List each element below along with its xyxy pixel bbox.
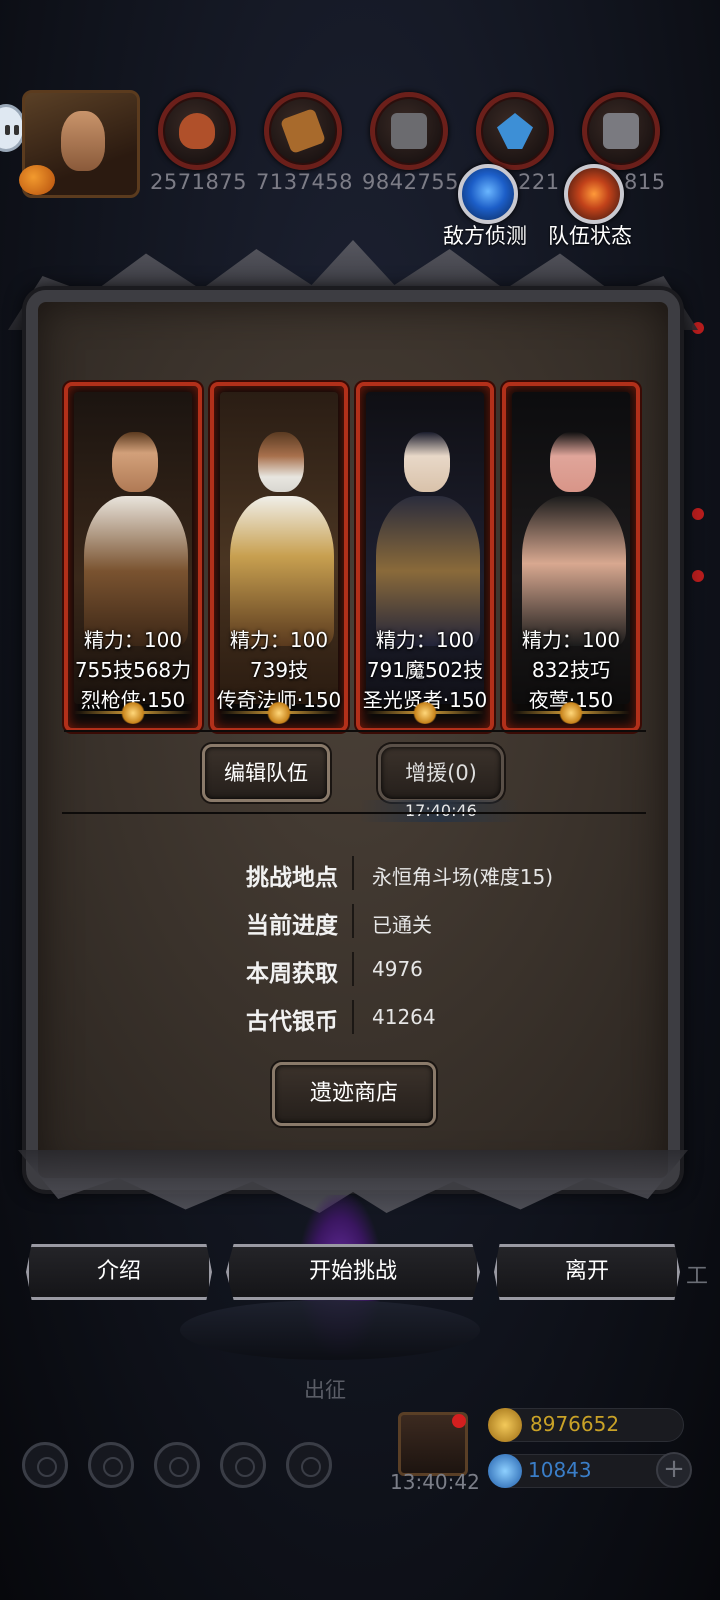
avatar-face [61, 111, 105, 171]
menu-guild-icon[interactable] [154, 1442, 200, 1488]
section-divider [62, 812, 646, 814]
challenge-location-label: 挑战地点 [246, 865, 338, 891]
player-avatar[interactable] [19, 90, 140, 198]
crystal-icon[interactable] [476, 92, 554, 170]
stone-icon[interactable] [370, 92, 448, 170]
stone-amount: 9842755 [362, 170, 460, 194]
team-status-label: 队伍状态 [548, 224, 632, 248]
progress-value: 已通关 [372, 913, 432, 937]
hero-energy: 精力：100 [229, 628, 329, 652]
gold-coin-icon [488, 1408, 522, 1442]
hero-card[interactable]: 精力：100 791魔502技 圣光贤者·150 [356, 382, 494, 732]
hero-power: 791魔502技 [366, 658, 484, 682]
side-notification-dot [692, 570, 704, 582]
menu-settings-icon[interactable] [22, 1442, 68, 1488]
hero-power: 739技 [249, 658, 309, 682]
side-notification-dot [692, 508, 704, 520]
iron-icon[interactable] [582, 92, 660, 170]
gem-icon [488, 1454, 522, 1488]
relic-shop-button[interactable]: 遗迹商店 [272, 1062, 436, 1126]
menu-achievement-icon[interactable] [88, 1442, 134, 1488]
crystal-amount: 221 [518, 170, 560, 194]
ancient-silver-value: 41264 [372, 1005, 436, 1029]
weekly-gain-label: 本周获取 [246, 961, 338, 987]
add-gems-button[interactable]: + [656, 1452, 692, 1488]
iron-amount: 815 [624, 170, 666, 194]
info-separator [352, 904, 354, 938]
start-challenge-button[interactable]: 开始挑战 [226, 1244, 480, 1300]
info-separator [352, 952, 354, 986]
rank-emblem-icon [120, 702, 146, 724]
weekly-gain-value: 4976 [372, 957, 423, 981]
info-separator [352, 856, 354, 890]
progress-label: 当前进度 [246, 913, 338, 939]
rank-emblem-icon [266, 702, 292, 724]
gold-amount: 8976652 [530, 1412, 620, 1436]
wood-amount: 7137458 [256, 170, 354, 194]
hero-power: 755技568力 [74, 658, 192, 682]
enemy-scout-label: 敌方侦测 [443, 224, 527, 248]
gem-amount: 10843 [528, 1458, 592, 1482]
team-status-button[interactable] [564, 164, 624, 224]
meat-icon[interactable] [158, 92, 236, 170]
info-separator [352, 1000, 354, 1034]
ancient-silver-label: 古代银币 [246, 1009, 338, 1035]
expedition-label: 出征 [304, 1378, 346, 1402]
enemy-scout-button[interactable] [458, 164, 518, 224]
gift-timer: 13:40:42 [390, 1470, 480, 1494]
cards-divider [64, 730, 646, 732]
hero-card[interactable]: 精力：100 832技巧 夜莺·150 [502, 382, 640, 732]
wood-icon[interactable] [264, 92, 342, 170]
hero-card[interactable]: 精力：100 739技 传奇法师·150 [210, 382, 348, 732]
gift-notification-dot [452, 1414, 466, 1428]
reinforce-timer: 17:40:46 [405, 801, 477, 820]
hero-power: 832技巧 [531, 658, 611, 682]
pedestal [180, 1300, 480, 1360]
hero-energy: 精力：100 [521, 628, 621, 652]
edit-team-button[interactable]: 编辑队伍 [202, 744, 330, 802]
leave-button[interactable]: 离开 [494, 1244, 680, 1300]
right-edge-text: 工 [686, 1264, 709, 1289]
challenge-location-value: 永恒角斗场(难度15) [372, 865, 554, 889]
intro-button[interactable]: 介绍 [26, 1244, 212, 1300]
reinforce-button[interactable]: 增援(0) [378, 744, 504, 802]
pumpkin-icon [19, 165, 55, 195]
rank-emblem-icon [558, 702, 584, 724]
hero-energy: 精力：100 [83, 628, 183, 652]
rank-emblem-icon [412, 702, 438, 724]
hero-energy: 精力：100 [375, 628, 475, 652]
menu-mail-icon[interactable] [220, 1442, 266, 1488]
hero-card[interactable]: 精力：100 755技568力 烈枪侠·150 [64, 382, 202, 732]
meat-amount: 2571875 [150, 170, 248, 194]
menu-friends-icon[interactable] [286, 1442, 332, 1488]
